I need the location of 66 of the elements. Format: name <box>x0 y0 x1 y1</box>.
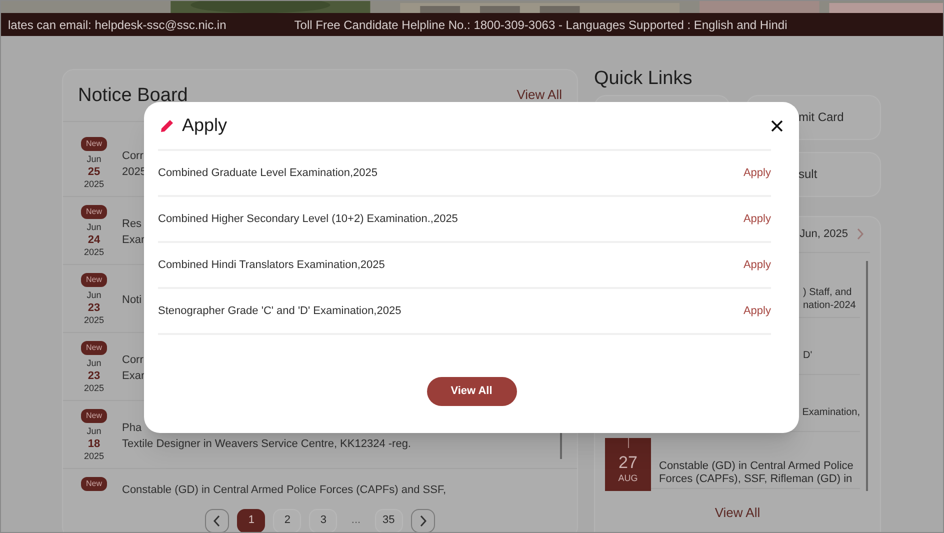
notice-text[interactable]: Res <box>122 216 145 232</box>
event-day: 27 <box>618 453 638 472</box>
calendar-month: Jun, 2025 <box>800 226 848 242</box>
chevron-right-icon <box>418 514 427 526</box>
apply-link[interactable]: Apply <box>743 302 771 320</box>
new-badge: New <box>80 408 107 422</box>
notice-text[interactable]: Corr <box>122 352 145 368</box>
new-badge: New <box>80 476 107 490</box>
notice-year: 2025 <box>84 178 104 191</box>
event-text[interactable]: D' <box>803 349 812 362</box>
previous-page-button[interactable] <box>205 508 230 532</box>
page-button[interactable]: 2 <box>273 508 302 532</box>
notice-month: Jun <box>86 288 102 302</box>
calendar-view-all-link[interactable]: View All <box>714 502 760 522</box>
notice-year: 2025 <box>84 450 104 463</box>
new-badge: New <box>80 204 107 218</box>
notice-text[interactable]: Noti <box>122 292 142 308</box>
view-all-button[interactable]: View All <box>426 377 516 406</box>
page-button[interactable]: 35 <box>374 508 403 532</box>
exam-name: Stenographer Grade 'C' and 'D' Examination,2025 <box>158 304 402 319</box>
notice-day: 25 <box>88 166 100 178</box>
next-page-button[interactable] <box>410 508 435 532</box>
close-button[interactable] <box>769 118 785 134</box>
notice-text[interactable]: Constable (GD) in Central Armed Police Forces (CAPFs) and SSF, <box>122 480 446 498</box>
apply-link[interactable]: Apply <box>743 210 771 228</box>
event-text[interactable]: Examination, <box>802 406 860 419</box>
notice-board-title: Notice Board <box>78 84 188 108</box>
notice-month: Jun <box>86 356 102 370</box>
new-badge: New <box>80 272 107 286</box>
page-button[interactable]: 3 <box>309 508 338 532</box>
notice-day: 24 <box>88 234 100 246</box>
event-text[interactable]: nation-2024 <box>803 298 856 312</box>
pagination-ellipsis: ... <box>350 513 362 528</box>
notice-month: Jun <box>86 220 102 234</box>
view-all-link[interactable]: View All <box>516 85 562 104</box>
notice-year: 2025 <box>84 382 104 395</box>
event-text[interactable]: Constable (GD) in Central Armed Police Forces (CAPFs), SSF, Rifleman (GD) in <box>659 460 860 486</box>
apply-link[interactable]: Apply <box>743 256 771 274</box>
notice-day: 23 <box>88 370 100 382</box>
notice-month: Jun <box>86 424 102 438</box>
helpline-text: Toll Free Candidate Helpline No.: 1800-309-3063 - Languages Supported : English and Hindi <box>294 16 788 34</box>
new-badge: New <box>80 136 107 150</box>
exam-name: Combined Graduate Level Examination,2025 <box>158 166 378 181</box>
dialog-title: Apply <box>182 114 228 137</box>
notice-text[interactable]: Exar <box>122 368 145 384</box>
new-badge: New <box>80 340 107 354</box>
quick-links-title: Quick Links <box>594 67 694 91</box>
notice-text[interactable]: Corr <box>122 148 146 164</box>
chevron-left-icon <box>213 514 222 526</box>
event-month: AUG <box>618 472 638 485</box>
notice-year: 2025 <box>84 246 104 259</box>
exam-name: Combined Higher Secondary Level (10+2) Examination.,2025 <box>158 212 458 227</box>
notice-month: Jun <box>86 152 102 166</box>
page-button[interactable]: 1 <box>237 508 266 532</box>
apply-link[interactable]: Apply <box>743 164 771 182</box>
close-icon <box>771 120 783 132</box>
pencil-icon <box>160 118 174 132</box>
notice-day: 18 <box>88 438 100 450</box>
notice-year: 2025 <box>84 314 104 327</box>
chevron-right-icon <box>856 228 864 240</box>
notice-text[interactable]: Textile Designer in Weavers Service Centre, KK12324 -reg. <box>122 436 411 452</box>
exam-name: Combined Hindi Translators Examination,2025 <box>158 258 385 273</box>
notice-text[interactable]: Exar <box>122 232 145 248</box>
email-text: lates can email: helpdesk-ssc@ssc.nic.in <box>8 16 226 34</box>
notice-day: 23 <box>88 302 100 314</box>
event-text[interactable]: ) Staff, and <box>803 286 856 298</box>
